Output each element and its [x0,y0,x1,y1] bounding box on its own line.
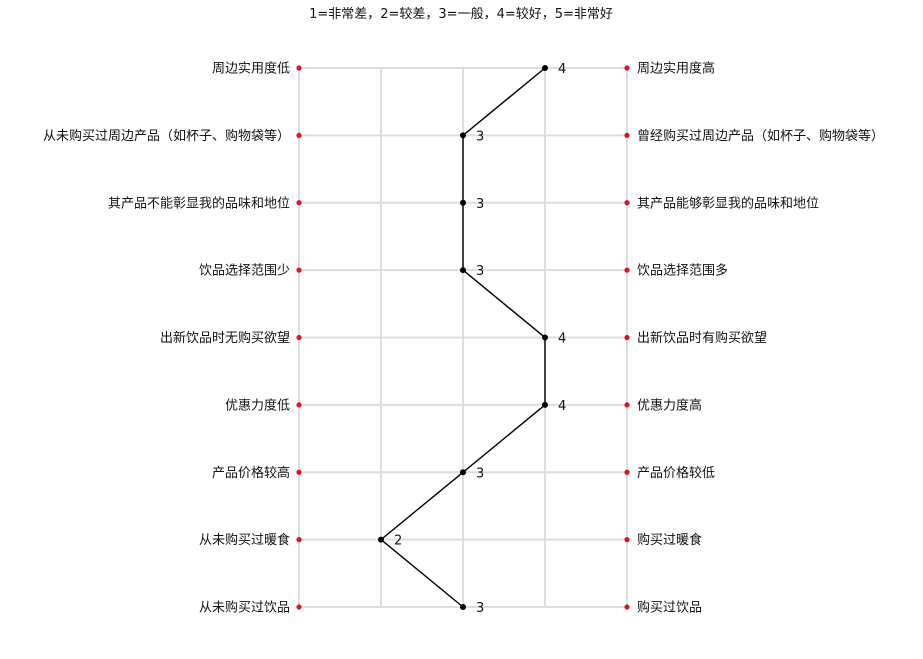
value-label: 3 [476,264,484,279]
left-end-marker [296,132,302,138]
right-end-marker [624,469,630,475]
right-label: 优惠力度高 [637,397,702,413]
right-end-marker [624,604,630,610]
value-label: 3 [476,466,484,481]
left-labels: 周边实用度低从未购买过周边产品（如杯子、购物袋等） 其产品不能彰显我的品味和地位饮… [43,61,290,616]
left-label: 出新饮品时无购买欲望 [160,330,290,346]
right-end-marker [624,334,630,341]
right-end-marker [624,65,630,71]
data-point [542,65,548,71]
data-point [460,267,466,274]
left-label: 从未购买过暖食 [199,532,290,548]
right-label: 饮品选择范围多 [637,263,728,279]
data-point [378,536,384,543]
right-label: 曾经购买过周边产品（如杯子、购物袋等） [637,128,884,144]
left-label: 产品价格较高 [212,465,290,481]
left-label: 其产品不能彰显我的品味和地位 [108,195,290,211]
left-end-marker [296,469,302,475]
value-label: 3 [476,197,484,212]
right-label: 周边实用度高 [637,61,715,77]
data-point [460,132,466,139]
value-label: 3 [476,601,484,616]
value-label: 2 [394,534,402,549]
chart-title: 1=非常差，2=较差，3=一般，4=较好，5=非常好 [309,6,613,22]
left-label: 从未购买过饮品 [199,600,290,616]
left-label: 周边实用度低 [212,61,290,77]
left-end-marker [296,334,302,341]
data-point [460,469,466,476]
left-end-marker [296,65,302,71]
left-end-marker [296,267,302,273]
left-label: 饮品选择范围少 [199,264,290,279]
left-end-marker [296,402,302,408]
left-end-marker [296,537,302,543]
left-label: 优惠力度低 [225,397,290,413]
right-label: 出新饮品时有购买欲望 [637,330,767,346]
right-end-marker [624,267,630,273]
right-end-marker [624,537,630,543]
left-end-marker [296,200,302,206]
right-label: 产品价格较低 [637,465,715,481]
value-labels: 4 3 3 3 4 4 3 2 3 [394,62,566,616]
value-label: 4 [558,332,566,347]
semantic-differential-chart: 1=非常差，2=较差，3=一般，4=较好，5=非常好 周边实用度低从未购买过周边… [43,6,884,616]
data-point [542,334,548,341]
right-label: 购买过饮品 [637,600,702,616]
value-label: 4 [558,62,566,77]
left-label: 从未购买过周边产品（如杯子、购物袋等） [43,128,290,144]
value-label: 3 [476,129,484,144]
data-point [460,199,466,206]
data-point [460,604,466,610]
data-point [542,401,548,408]
right-label: 购买过暖食 [637,532,702,548]
right-labels: 周边实用度高曾经购买过周边产品（如杯子、购物袋等） 其产品能够彰显我的品味和地位饮… [637,61,884,616]
right-end-marker [624,132,630,138]
left-end-marker [296,604,302,610]
right-end-marker [624,200,630,206]
value-label: 4 [558,399,566,414]
right-label: 其产品能够彰显我的品味和地位 [637,195,819,211]
right-end-marker [624,402,630,408]
